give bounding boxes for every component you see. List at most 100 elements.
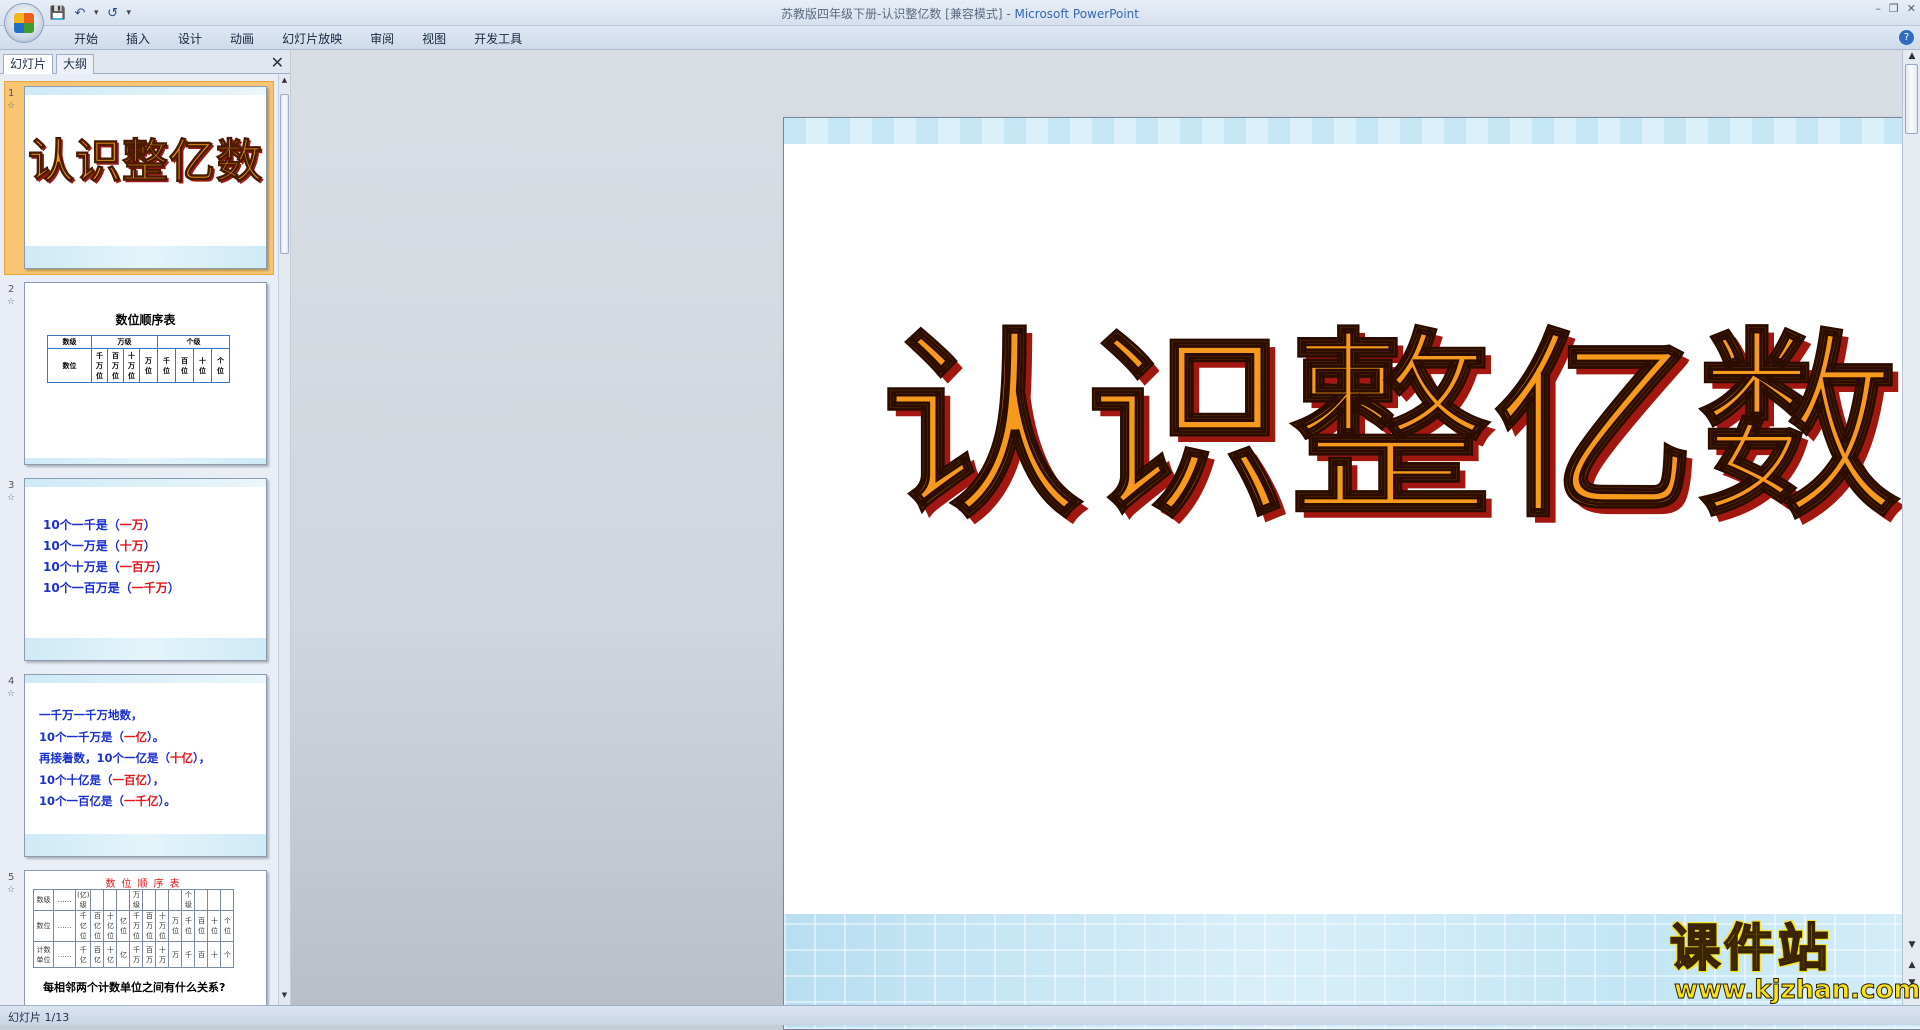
tab-home[interactable]: 开始 [60, 30, 112, 48]
thumb-title: 认识整亿数 [28, 134, 263, 189]
slide-counter: 幻灯片 1/13 [8, 1011, 70, 1024]
close-icon[interactable]: ✕ [1907, 2, 1916, 15]
tab-design[interactable]: 设计 [164, 30, 216, 48]
slide-band-top [784, 118, 1920, 144]
text-line: 再接着数，10个一亿是（十亿）， [39, 748, 210, 770]
thumbnail-canvas: 认识整亿数 [24, 86, 267, 269]
table-cell: 数位 [33, 910, 54, 942]
thumb-text-lines: 10个一千是（一万） 10个一万是（十万） 10个十万是（一百万） 10个一百万… [43, 515, 180, 599]
table-cell: 个级 [157, 335, 230, 349]
tab-insert[interactable]: 插入 [112, 30, 164, 48]
slide-number: 5 [8, 872, 15, 883]
line-text: 10个一百万是（ [43, 581, 132, 595]
place-value-table: 数级…… (亿)级 万级 个级 数位…… 千亿位 百亿位 十亿位 亿位 千万位 百万位 十万位 万位 千位… [33, 889, 235, 968]
table-cell [220, 889, 235, 911]
line-end: ） [143, 539, 156, 553]
line-text: 10个十万是（ [43, 560, 120, 574]
tab-review[interactable]: 审阅 [356, 30, 408, 48]
window-title: 苏教版四年级下册-认识整亿数 [兼容模式] - Microsoft PowerP… [0, 5, 1920, 22]
table-cell: …… [53, 910, 76, 942]
table-cell: 十万 [155, 941, 170, 968]
status-bar: 幻灯片 1/13 [0, 1005, 1920, 1025]
table-cell: 数级 [47, 335, 92, 349]
animation-star-icon: ☆ [7, 101, 16, 111]
thumbnail-canvas: 一千万一千万地数， 10个一千万是（一亿）。 再接着数，10个一亿是（十亿）， … [24, 674, 267, 857]
line-answer: 十亿 [170, 751, 194, 765]
scroll-thumb[interactable] [1905, 64, 1918, 134]
tab-slideshow[interactable]: 幻灯片放映 [268, 30, 356, 48]
text-line: 10个十亿是（一百亿）， [39, 770, 210, 792]
current-slide[interactable]: 认识整亿数 [783, 117, 1920, 1030]
line-answer: 一亿 [124, 729, 148, 744]
help-icon[interactable]: ? [1899, 30, 1914, 45]
tab-animation[interactable]: 动画 [216, 30, 268, 48]
site-watermark: 课件站 www.kjzhan.com [1669, 919, 1920, 1005]
line-text: 10个一千万是（ [39, 729, 125, 744]
slide-title[interactable]: 认识整亿数 [784, 308, 1920, 548]
restore-icon[interactable]: ❐ [1889, 2, 1899, 15]
tab-outline[interactable]: 大纲 [56, 54, 95, 74]
table-cell: 百万位 [107, 348, 124, 383]
table-cell: 万级 [129, 889, 144, 911]
office-button[interactable] [4, 3, 44, 43]
table-cell: 千位 [157, 348, 176, 383]
thumb-band-top [25, 479, 266, 487]
scroll-down-icon[interactable]: ▼ [1906, 940, 1918, 950]
line-text: 10个一百亿是（ [39, 794, 125, 808]
thumb-band-bottom [25, 834, 266, 856]
table-cell: 个 [220, 941, 235, 968]
table-cell: 百 [194, 941, 209, 968]
title-bar: 💾 ↶ ▾ ↺ ▾ 苏教版四年级下册-认识整亿数 [兼容模式] - Micros… [0, 0, 1920, 26]
line-text: 10个一千是（ [43, 518, 120, 532]
line-answer: 一千万 [131, 581, 168, 595]
vertical-scrollbar[interactable]: ▲ ▼ ▲ ▼ [1902, 50, 1920, 1005]
line-answer: 一百亿 [112, 772, 148, 787]
table-cell [207, 889, 222, 911]
thumb-title: 数位顺序表 [105, 879, 186, 890]
thumbnail-canvas: 10个一千是（一万） 10个一万是（十万） 10个十万是（一百万） 10个一百万… [24, 478, 267, 661]
office-logo-icon [14, 13, 34, 33]
tab-view[interactable]: 视图 [408, 30, 460, 48]
table-cell: 百位 [175, 348, 194, 383]
table-cell: 万 [168, 941, 183, 968]
close-pane-icon[interactable]: ✕ [271, 53, 284, 72]
animation-star-icon: ☆ [7, 493, 16, 503]
line-answer: 十万 [119, 539, 144, 553]
slide-editor: 认识整亿数 [291, 50, 1920, 1030]
table-cell: 十位 [207, 910, 222, 942]
slide-thumbnails: 1 ☆ 认识整亿数 2 ☆ 数位顺序表 数级 万级 个级 数位 千万位 百万位 … [0, 74, 278, 1005]
animation-star-icon: ☆ [7, 885, 16, 895]
table-cell: 个级 [181, 889, 196, 911]
table-cell: 千万 [129, 941, 144, 968]
place-value-table: 数级 万级 个级 数位 千万位 百万位 十万位 万位 千位 百位 十位 个位 [47, 335, 230, 383]
table-cell: 数级 [33, 889, 54, 911]
minimize-icon[interactable]: – [1875, 2, 1881, 15]
pane-scrollbar[interactable]: ▲ ▼ [278, 74, 290, 1005]
ribbon: 开始 插入 设计 动画 幻灯片放映 审阅 视图 开发工具 ? [0, 26, 1920, 50]
table-cell: 百亿位 [90, 910, 105, 942]
tab-developer[interactable]: 开发工具 [460, 30, 536, 48]
line-end: ）。 [158, 794, 176, 808]
tab-slides[interactable]: 幻灯片 [3, 54, 54, 74]
line-end: ）， [147, 772, 165, 787]
table-cell: 千万位 [129, 910, 144, 942]
slides-pane: 幻灯片 大纲 ✕ 1 ☆ 认识整亿数 2 ☆ 数位顺序表 数级 万级 个级 数位… [0, 50, 290, 1005]
table-cell: 万位 [139, 348, 158, 383]
table-cell: 万级 [91, 335, 158, 349]
scroll-up-icon[interactable]: ▲ [1906, 51, 1918, 61]
text-line: 10个一百亿是（一千亿）。 [39, 791, 210, 813]
thumb-band-bottom [25, 458, 266, 464]
previous-slide-icon[interactable]: ▲ [1906, 960, 1918, 970]
slide-number: 2 [8, 284, 15, 295]
line-text: 10个十亿是（ [39, 772, 113, 787]
pane-scroll-thumb[interactable] [280, 94, 289, 254]
table-cell [168, 889, 183, 911]
slide-number: 3 [8, 480, 15, 491]
scroll-down-icon[interactable]: ▼ [280, 991, 289, 1003]
table-row: 数级…… (亿)级 万级 个级 [33, 889, 235, 911]
scroll-up-icon[interactable]: ▲ [280, 76, 289, 88]
table-cell: 千亿位 [74, 910, 92, 942]
table-cell: 十 [207, 941, 222, 968]
document-title: 苏教版四年级下册-认识整亿数 [兼容模式] - [781, 7, 1015, 21]
table-cell: 百万 [142, 941, 157, 968]
